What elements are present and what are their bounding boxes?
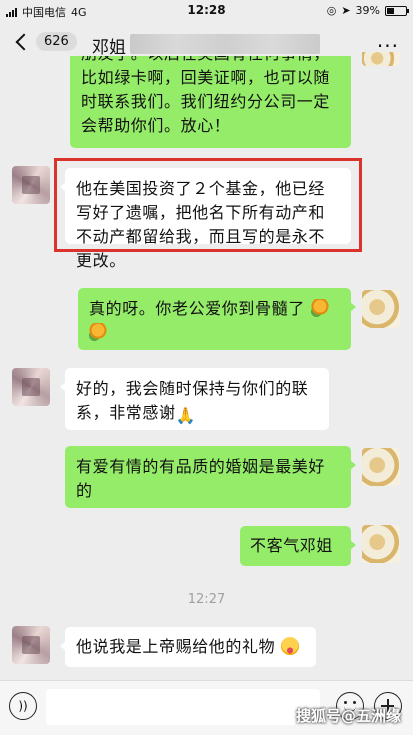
tongue-emoji-icon xyxy=(280,637,299,655)
status-bar: 中国电信 4G 12:28 ◎ ➤ 39% xyxy=(0,0,413,22)
message-bubble-outgoing[interactable]: 真的呀。你老公爱你到骨髓了 xyxy=(78,288,356,350)
message-bubble-outgoing[interactable]: 朋友了。以后在美国有任何事情，比如绿卡啊，回美证啊，也可以随时联系我们。我们纽约… xyxy=(70,56,351,148)
battery-fill xyxy=(387,7,395,14)
avatar-contact[interactable] xyxy=(12,368,50,406)
battery-icon xyxy=(385,5,409,16)
message-text: 他说我是上帝赐给他的礼物 xyxy=(76,637,276,656)
avatar-self[interactable] xyxy=(362,52,400,66)
back-button[interactable]: 626 xyxy=(12,32,77,51)
message-bubble-outgoing[interactable]: 有爱有情的有品质的婚姻是最美好的 xyxy=(65,446,356,508)
battery-percent: 39% xyxy=(355,4,380,17)
rose-emoji-icon xyxy=(89,323,107,341)
avatar-contact[interactable] xyxy=(12,166,50,204)
alarm-icon: ◎ xyxy=(326,4,337,17)
rose-emoji-icon xyxy=(310,299,329,317)
message-bubble-incoming[interactable]: 他说我是上帝赐给他的礼物 xyxy=(60,627,316,667)
location-icon: ➤ xyxy=(341,4,351,17)
highlight-box xyxy=(54,158,362,252)
avatar-contact[interactable] xyxy=(12,626,50,664)
message-text: 真的呀。你老公爱你到骨髓了 xyxy=(89,299,305,318)
status-right: ◎ ➤ 39% xyxy=(326,4,409,17)
chat-title: 邓姐 xyxy=(92,38,126,58)
avatar-self[interactable] xyxy=(362,525,400,563)
watermark: 搜狐号@五洲缘 xyxy=(295,707,401,725)
avatar-self[interactable] xyxy=(362,448,400,486)
message-bubble-incoming[interactable]: 好的，我会随时保持与你们的联系，非常感谢🙏 xyxy=(60,368,329,430)
message-bubble-outgoing[interactable]: 不客气邓姐 xyxy=(240,526,356,566)
avatar-self[interactable] xyxy=(362,290,400,328)
message-text: 不客气邓姐 xyxy=(250,536,334,555)
message-text: 朋友了。以后在美国有任何事情，比如绿卡啊，回美证啊，也可以随时联系我们。我们纽约… xyxy=(81,56,331,135)
timestamp: 12:27 xyxy=(187,592,226,607)
pray-emoji-icon: 🙏 xyxy=(175,406,197,425)
message-input[interactable] xyxy=(46,689,320,725)
back-chevron-icon xyxy=(15,33,33,50)
voice-icon[interactable]: )) xyxy=(9,692,37,720)
message-text: 有爱有情的有品质的婚姻是最美好的 xyxy=(76,457,326,500)
redacted-name xyxy=(130,34,320,54)
unread-badge: 626 xyxy=(36,32,77,51)
